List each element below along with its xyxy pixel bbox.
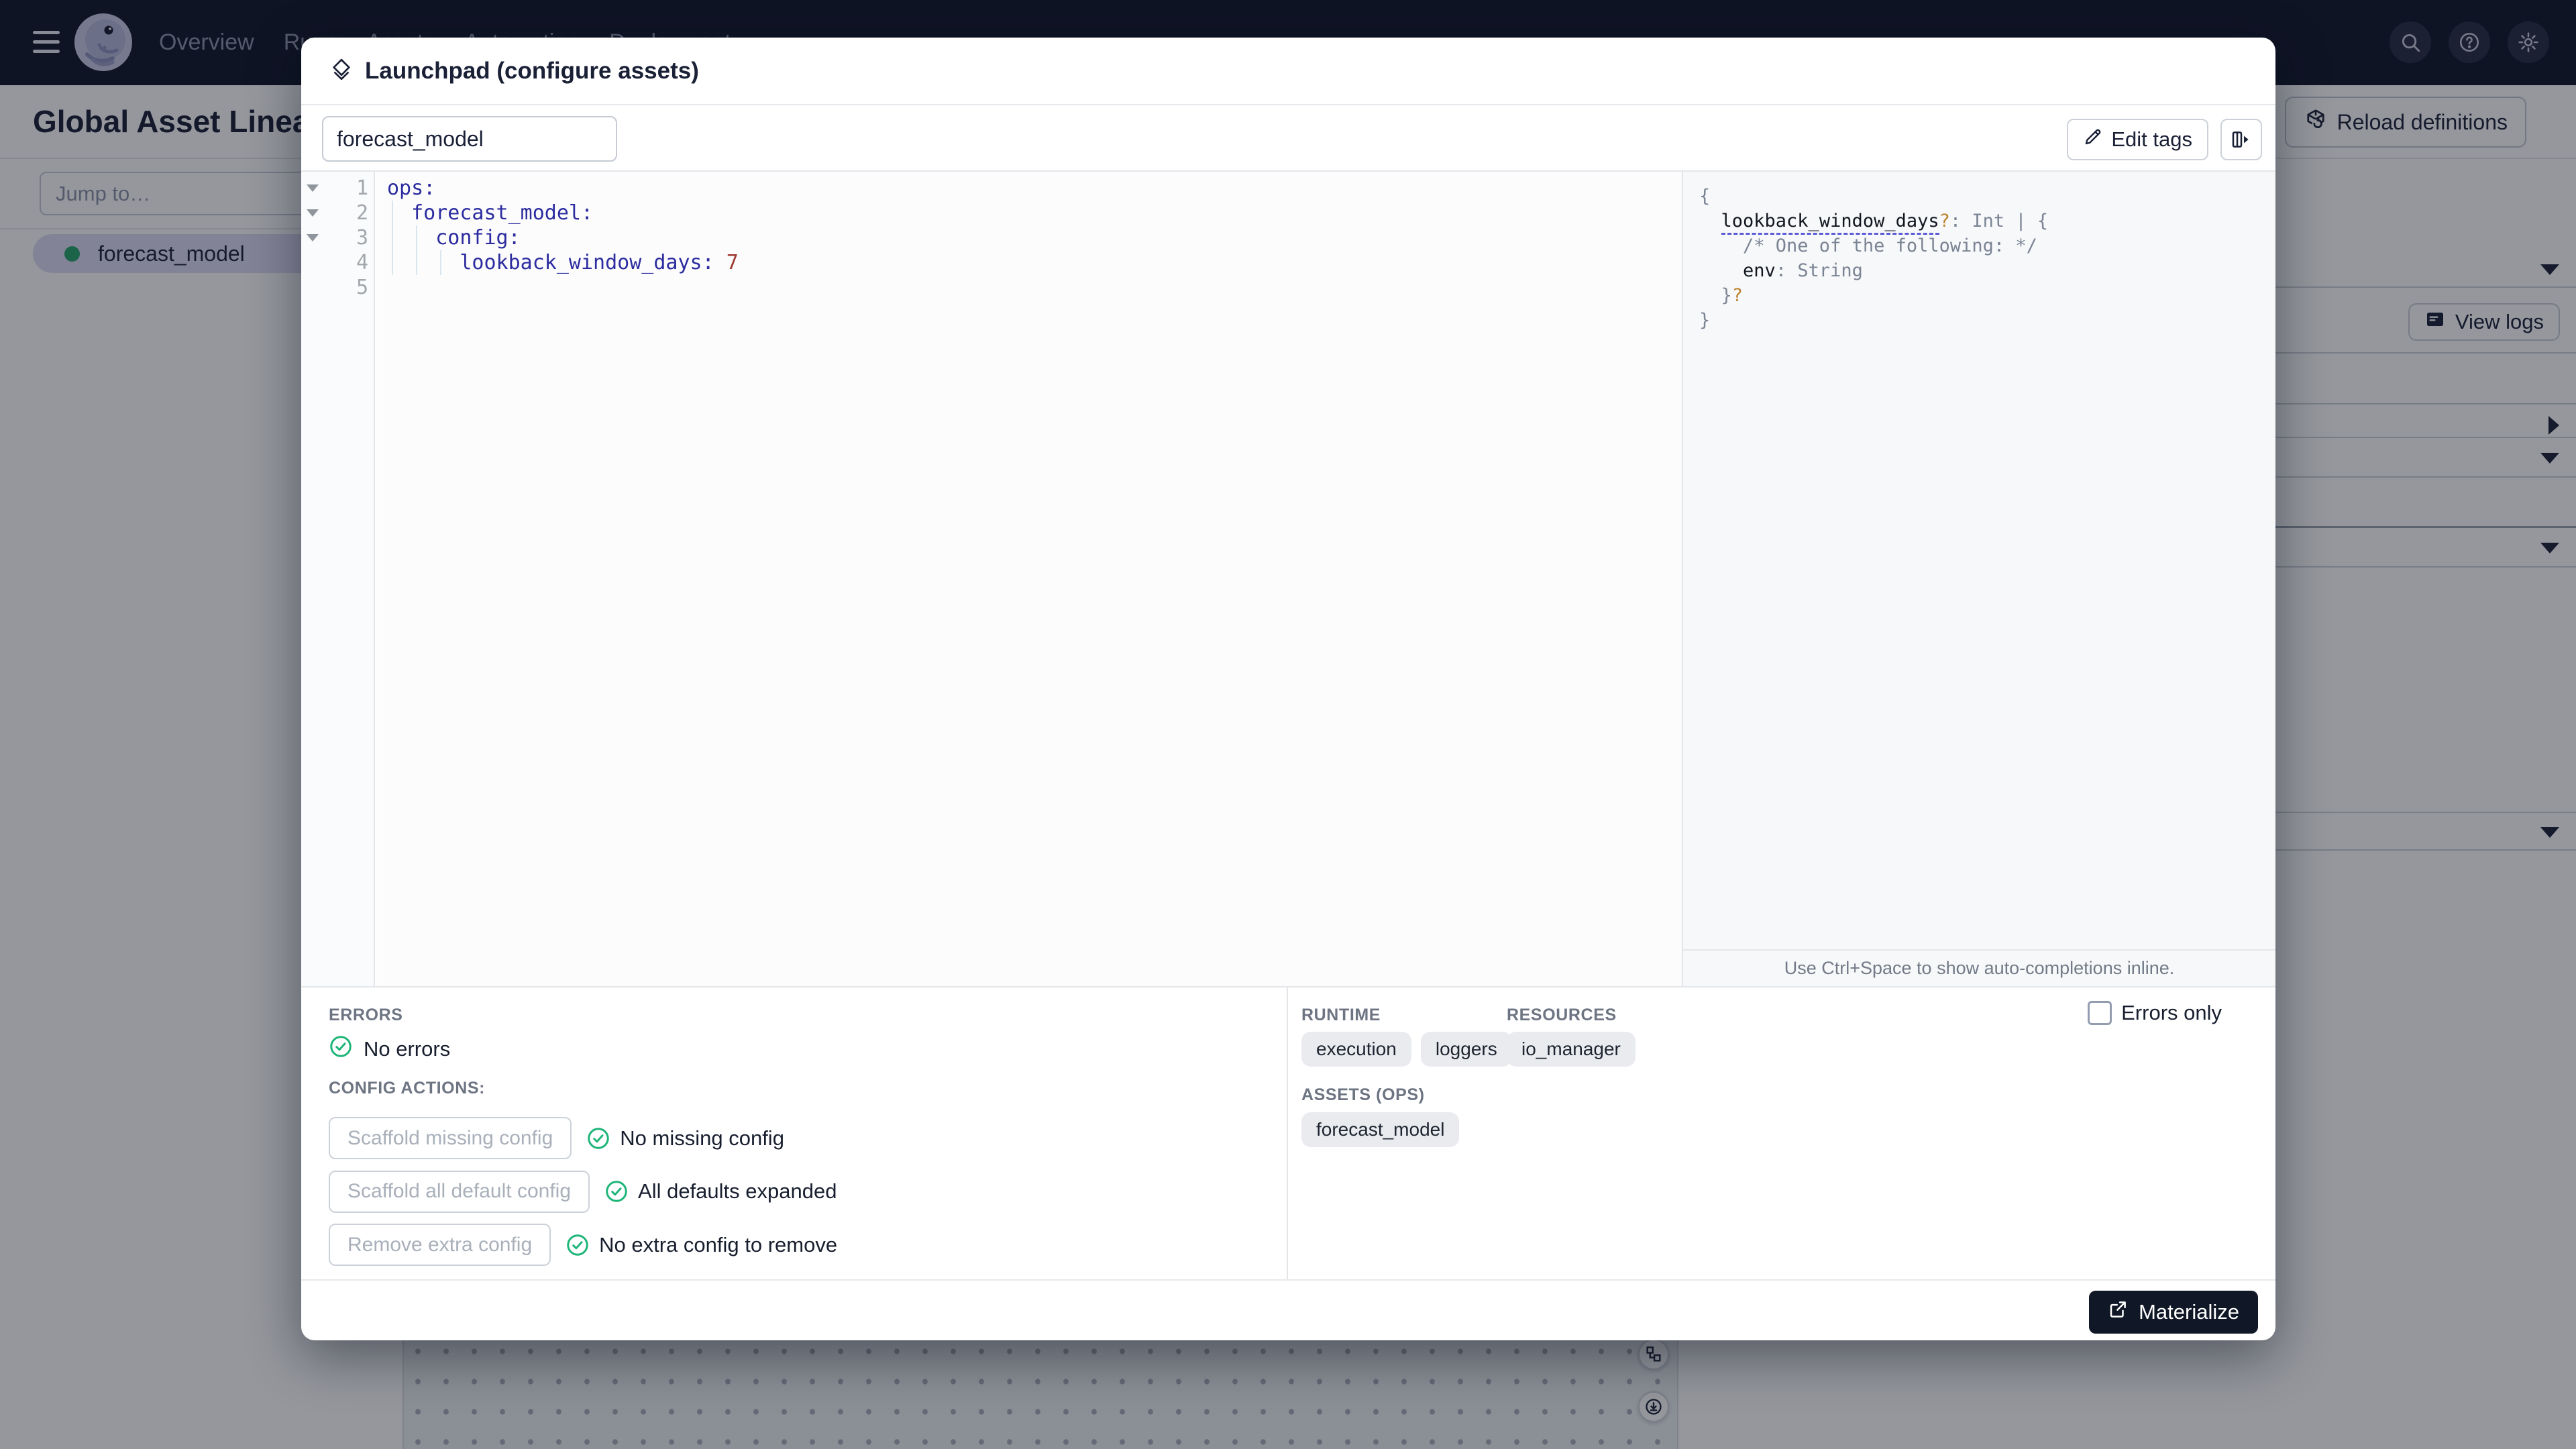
code-line: config: — [387, 226, 521, 250]
line-number: 3 — [356, 226, 368, 250]
line-number: 1 — [356, 176, 368, 200]
schema-line: /* One of the following: */ — [1699, 235, 2037, 256]
action-status: No extra config to remove — [566, 1233, 837, 1257]
check-circle-icon — [329, 1034, 353, 1064]
resources-label: RESOURCES — [1507, 1006, 1617, 1024]
schema-line: lookback_window_days?: Int | { — [1699, 209, 2048, 235]
tag-execution[interactable]: execution — [1301, 1032, 1411, 1067]
resources-tags: io_manager — [1507, 1032, 1635, 1067]
schema-line: env: String — [1743, 260, 1863, 281]
modal-footer: Materialize — [301, 1279, 2275, 1340]
checkbox-icon[interactable] — [2088, 1001, 2112, 1025]
modal-title: Launchpad (configure assets) — [365, 57, 699, 84]
action-status: No missing config — [586, 1126, 784, 1150]
assets-ops-label: ASSETS (OPS) — [1301, 1085, 1425, 1104]
line-number: 4 — [356, 251, 368, 274]
materialize-button[interactable]: Materialize — [2089, 1291, 2258, 1334]
schema-line: { — [1699, 186, 1711, 207]
autocomplete-hint: Use Ctrl+Space to show auto-completions … — [1683, 949, 2275, 986]
external-link-icon — [2108, 1299, 2128, 1325]
assets-ops-tags: forecast_model — [1301, 1112, 1460, 1147]
launchpad-modal: Launchpad (configure assets) Edit tags 1… — [301, 38, 2275, 1340]
tag-io_manager[interactable]: io_manager — [1507, 1032, 1635, 1067]
schema-line: } — [1699, 310, 1711, 331]
toggle-second-panel-icon[interactable] — [2220, 119, 2262, 160]
scaffold-missing-config-button[interactable]: Scaffold missing config — [329, 1117, 572, 1159]
action-status: All defaults expanded — [604, 1179, 837, 1203]
asset-selection-input[interactable] — [322, 116, 617, 162]
fold-arrow-icon[interactable] — [307, 184, 319, 192]
code-line: ops: — [387, 176, 436, 200]
indent-guide — [440, 250, 441, 275]
tag-forecast_model[interactable]: forecast_model — [1301, 1112, 1460, 1147]
runtime-label: RUNTIME — [1301, 1006, 1381, 1024]
config-schema-panel: { lookback_window_days?: Int | { /* One … — [1682, 172, 2275, 986]
editor-gutter: 12345 — [301, 172, 375, 986]
modal-bottom-section: ERRORS No errors CONFIG ACTIONS: Scaffol… — [301, 987, 2275, 1279]
fold-arrow-icon[interactable] — [307, 209, 319, 217]
config-editor: 12345 ops: forecast_model: config: lookb… — [301, 170, 2275, 987]
runtime-tags: execution loggers — [1301, 1032, 1512, 1067]
launchpad-layers-icon — [330, 58, 353, 84]
config-actions-label: CONFIG ACTIONS: — [329, 1079, 486, 1097]
line-number: 2 — [356, 201, 368, 225]
config-action-row: Remove extra config No extra config to re… — [329, 1224, 837, 1266]
config-action-row: Scaffold all default config All defaults … — [329, 1170, 837, 1213]
edit-tags-button[interactable]: Edit tags — [2067, 119, 2208, 160]
tag-loggers[interactable]: loggers — [1420, 1032, 1512, 1067]
schema-line: }? — [1699, 285, 1743, 306]
yaml-code-area[interactable]: ops: forecast_model: config: lookback_wi… — [376, 172, 1682, 986]
remove-extra-config-button[interactable]: Remove extra config — [329, 1224, 551, 1266]
fold-arrow-icon[interactable] — [307, 234, 319, 241]
modal-header: Launchpad (configure assets) — [301, 38, 2275, 105]
scaffold-all-default-config-button[interactable]: Scaffold all default config — [329, 1170, 590, 1213]
pencil-icon — [2083, 127, 2103, 152]
modal-toolbar: Edit tags — [301, 107, 2275, 171]
indent-guide — [416, 225, 417, 275]
errors-only-checkbox[interactable]: Errors only — [2088, 1001, 2222, 1025]
errors-section-label: ERRORS — [329, 1006, 403, 1024]
line-number: 5 — [356, 276, 368, 299]
divider — [1287, 987, 1288, 1279]
code-line: forecast_model: — [387, 201, 594, 225]
no-errors-status: No errors — [329, 1034, 450, 1064]
indent-guide — [392, 201, 393, 275]
config-action-row: Scaffold missing config No missing config — [329, 1117, 784, 1159]
